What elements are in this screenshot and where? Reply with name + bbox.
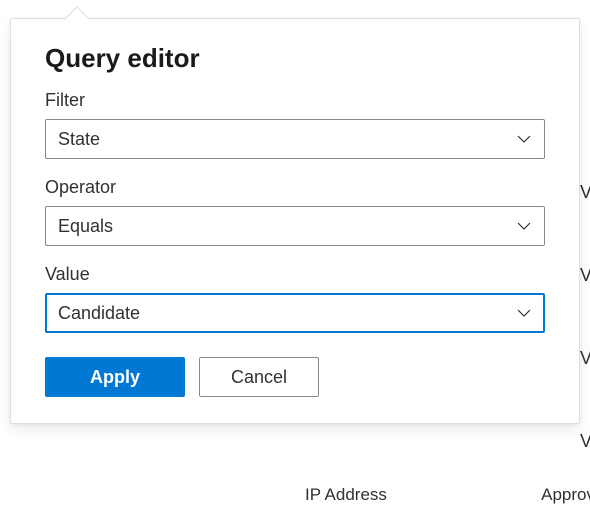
filter-dropdown[interactable]: State [45,119,545,159]
filter-dropdown-value: State [58,129,100,150]
bg-cell: V [580,182,590,203]
filter-label: Filter [45,90,545,111]
operator-dropdown[interactable]: Equals [45,206,545,246]
button-row: Apply Cancel [45,357,545,397]
apply-button[interactable]: Apply [45,357,185,397]
operator-field-group: Operator Equals [45,177,545,246]
value-label: Value [45,264,545,285]
value-dropdown[interactable]: Candidate [45,293,545,333]
value-dropdown-value: Candidate [58,303,140,324]
chevron-down-icon [514,129,534,149]
bg-cell: V [580,265,590,286]
bg-cell-ip: IP Address [305,485,387,505]
panel-title: Query editor [45,43,545,74]
query-editor-panel: Query editor Filter State Operator Equal… [10,18,580,424]
chevron-down-icon [514,216,534,236]
cancel-button[interactable]: Cancel [199,357,319,397]
bg-cell: V [580,348,590,369]
value-field-group: Value Candidate [45,264,545,333]
operator-label: Operator [45,177,545,198]
bg-cell: V [580,431,590,452]
chevron-down-icon [514,303,534,323]
operator-dropdown-value: Equals [58,216,113,237]
filter-field-group: Filter State [45,90,545,159]
bg-cell-approv: Approv [541,485,590,505]
